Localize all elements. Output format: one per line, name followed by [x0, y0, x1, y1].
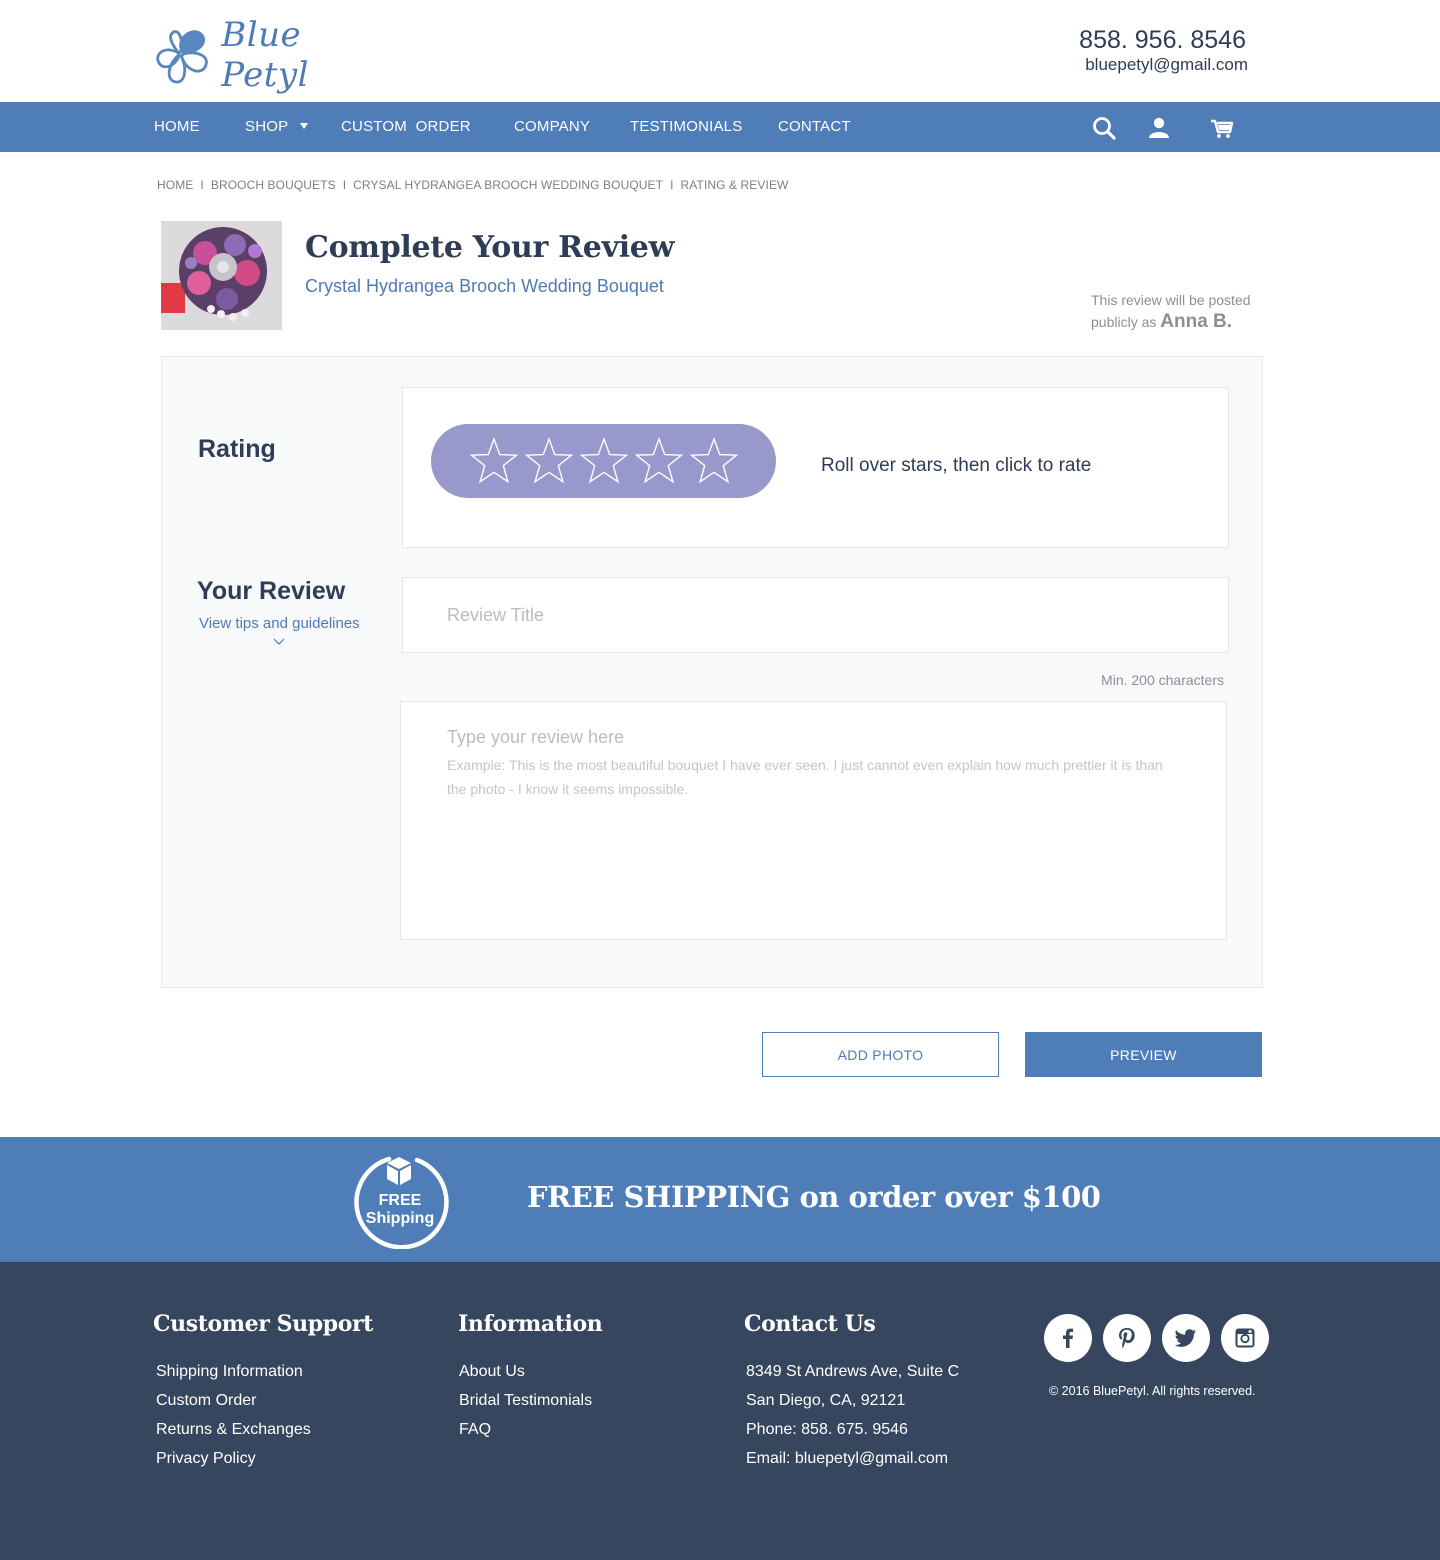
posted-as-notice: This review will be posted publicly as A…	[1091, 290, 1251, 333]
breadcrumb-home[interactable]: HOME	[157, 178, 193, 192]
footer-information-heading: Information	[458, 1311, 603, 1337]
footer-contact-email[interactable]: Email: bluepetyl@gmail.com	[746, 1448, 959, 1477]
facebook-button[interactable]	[1044, 1314, 1092, 1362]
user-icon[interactable]	[1146, 115, 1172, 141]
posted-as-username: Anna B.	[1160, 311, 1233, 332]
header-phone: 858. 956. 8546	[1079, 26, 1246, 54]
review-body-example: Example: This is the most beautiful bouq…	[447, 757, 1163, 797]
footer-link[interactable]: Returns & Exchanges	[156, 1419, 311, 1448]
breadcrumb-separator: I	[342, 178, 347, 192]
brand-name: Blue Petyl	[221, 15, 309, 95]
footer-link[interactable]: Shipping Information	[156, 1361, 311, 1390]
footer-link[interactable]: Bridal Testimonials	[459, 1390, 592, 1419]
facebook-icon	[1063, 1328, 1074, 1348]
footer-link[interactable]: Privacy Policy	[156, 1448, 311, 1477]
footer-contact-address: 8349 St Andrews Ave, Suite C	[746, 1363, 960, 1380]
breadcrumb-current: RATING & REVIEW	[680, 178, 789, 192]
breadcrumb-separator: I	[670, 178, 674, 192]
search-icon[interactable]	[1091, 115, 1117, 141]
instagram-icon	[1235, 1328, 1255, 1348]
instagram-button[interactable]	[1221, 1314, 1269, 1362]
badge-shipping-text: Shipping	[366, 1210, 434, 1227]
free-shipping-badge: FREE Shipping	[354, 1156, 449, 1249]
nav-company[interactable]: COMPANY	[514, 102, 590, 152]
chevron-down-icon[interactable]	[273, 637, 285, 647]
footer-contact-lines: 8349 St Andrews Ave, Suite C San Diego, …	[746, 1361, 959, 1477]
tips-guidelines-link[interactable]: View tips and guidelines	[199, 615, 360, 632]
nav-shop[interactable]: SHOP	[245, 102, 288, 152]
footer-customer-support-links: Shipping Information Custom Order Return…	[156, 1361, 311, 1477]
copyright-text: © 2016 BluePetyl. All rights reserved.	[1049, 1384, 1256, 1398]
nav-home[interactable]: HOME	[154, 102, 200, 152]
footer-contact-city: San Diego, CA, 92121	[746, 1392, 906, 1409]
shop-caret-down-icon[interactable]	[300, 123, 308, 129]
product-thumbnail[interactable]	[161, 221, 282, 330]
min-characters-hint: Min. 200 characters	[1101, 672, 1224, 688]
page-title: Complete Your Review	[305, 230, 675, 265]
nav-contact[interactable]: CONTACT	[778, 102, 851, 152]
breadcrumb-separator: I	[200, 178, 204, 192]
star-2-icon[interactable]	[523, 435, 575, 487]
posted-as-prefix: This review will be posted	[1091, 292, 1251, 308]
footer-contact-heading: Contact Us	[744, 1311, 876, 1337]
bouquet-image	[161, 221, 282, 330]
twitter-icon	[1174, 1329, 1196, 1347]
star-4-icon[interactable]	[633, 435, 685, 487]
main-nav: HOME SHOP CUSTOM ORDER COMPANY TESTIMONI…	[0, 102, 1440, 152]
star-rating-control	[431, 424, 776, 498]
add-photo-button[interactable]: ADD PHOTO	[762, 1032, 999, 1077]
footer-link[interactable]: About Us	[459, 1361, 592, 1390]
pinterest-icon	[1119, 1328, 1135, 1348]
footer-link[interactable]: Custom Order	[156, 1390, 311, 1419]
star-5-icon[interactable]	[688, 435, 740, 487]
your-review-label: Your Review	[197, 577, 346, 605]
rating-label: Rating	[198, 435, 276, 463]
nav-custom-order[interactable]: CUSTOM ORDER	[341, 102, 471, 152]
footer-information-links: About Us Bridal Testimonials FAQ	[459, 1361, 592, 1448]
posted-as-label: publicly as	[1091, 314, 1157, 330]
cart-icon[interactable]	[1209, 115, 1235, 141]
breadcrumb-product[interactable]: CRYSAL HYDRANGEA BROOCH WEDDING BOUQUET	[353, 178, 663, 192]
footer-link[interactable]: FAQ	[459, 1419, 592, 1448]
preview-button[interactable]: PREVIEW	[1025, 1032, 1262, 1077]
twitter-button[interactable]	[1162, 1314, 1210, 1362]
star-1-icon[interactable]	[468, 435, 520, 487]
box-icon	[387, 1157, 411, 1185]
brand-logo[interactable]: Blue Petyl	[148, 12, 388, 98]
breadcrumb: HOME I BROOCH BOUQUETS I CRYSAL HYDRANGEA BR…	[157, 178, 788, 192]
product-name-link[interactable]: Crystal Hydrangea Brooch Wedding Bouquet	[305, 276, 664, 297]
footer-contact-phone: Phone: 858. 675. 9546	[746, 1421, 908, 1438]
nav-testimonials[interactable]: TESTIMONIALS	[630, 102, 742, 152]
breadcrumb-brooch-bouquets[interactable]: BROOCH BOUQUETS	[211, 178, 336, 192]
header-email: bluepetyl@gmail.com	[1085, 55, 1248, 74]
badge-free-text: FREE	[379, 1192, 422, 1209]
rating-hint: Roll over stars, then click to rate	[821, 455, 1092, 476]
free-shipping-text: FREE SHIPPING on order over $100	[527, 1180, 1101, 1214]
star-3-icon[interactable]	[578, 435, 630, 487]
pinterest-button[interactable]	[1103, 1314, 1151, 1362]
flower-logo-icon	[156, 30, 208, 84]
review-title-input[interactable]	[402, 577, 1229, 653]
footer-customer-support-heading: Customer Support	[153, 1311, 373, 1337]
review-body-placeholder: Type your review here	[447, 727, 625, 747]
